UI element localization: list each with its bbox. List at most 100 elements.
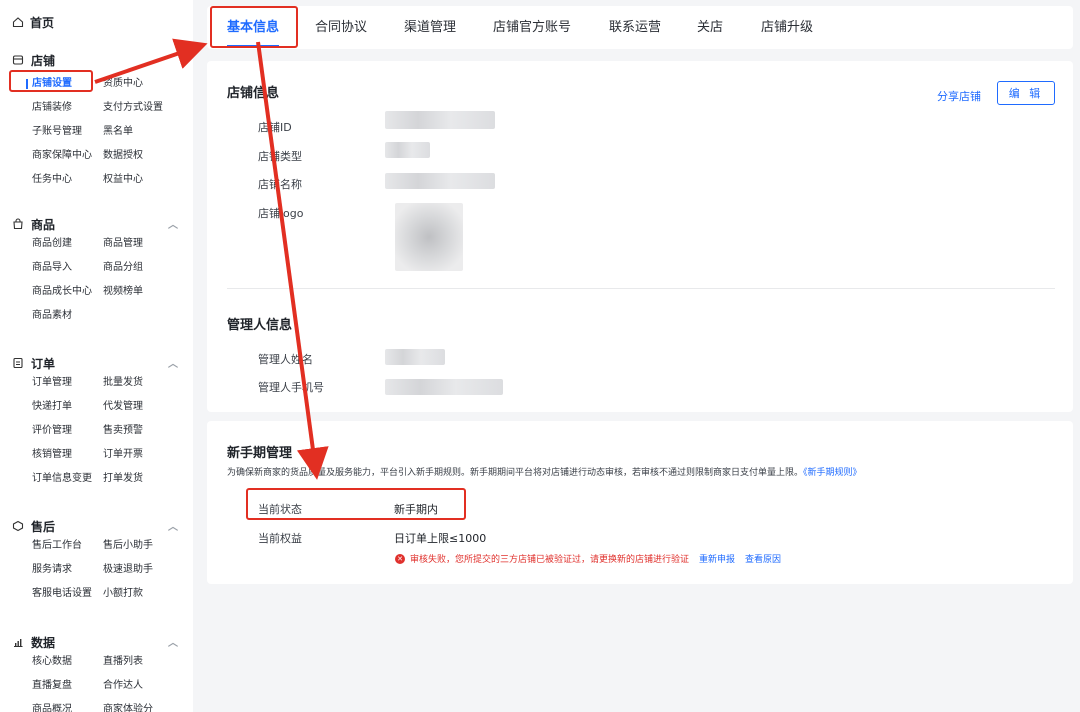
tab-bar: 基本信息 合同协议 渠道管理 店铺官方账号 联系运营 关店 店铺升级 xyxy=(207,6,1073,49)
tab-basic-info[interactable]: 基本信息 xyxy=(227,6,280,49)
store-icon xyxy=(12,54,24,66)
sidebar-item[interactable]: 直播列表 xyxy=(103,654,183,670)
aftersale-icon xyxy=(12,520,24,532)
sidebar-item[interactable]: 任务中心 xyxy=(32,172,103,188)
sidebar-section-title: 商品 xyxy=(31,217,56,232)
sidebar-item[interactable]: 直播复盘 xyxy=(32,678,103,694)
sidebar-item[interactable]: 极速退助手 xyxy=(103,562,183,578)
sidebar-section-header[interactable]: 数据 ︿ xyxy=(12,634,182,650)
sidebar-item[interactable]: 订单管理 xyxy=(32,375,103,391)
store-id-value-redacted xyxy=(385,111,495,129)
sidebar-item[interactable]: 评价管理 xyxy=(32,423,103,439)
sidebar-item[interactable]: 服务请求 xyxy=(32,562,103,578)
sidebar-item[interactable]: 售卖预警 xyxy=(103,423,183,439)
reapply-link[interactable]: 重新申报 xyxy=(699,552,735,565)
store-info-card: 店铺信息 分享店铺 编 辑 店铺ID 店铺类型 店铺名称 店铺logo 管理人信… xyxy=(207,61,1073,412)
sidebar-item[interactable]: 子账号管理 xyxy=(32,124,103,140)
sidebar-section-header[interactable]: 商品 ︿ xyxy=(12,216,182,232)
sidebar-item[interactable]: 核销管理 xyxy=(32,447,103,463)
sidebar-home-label: 首页 xyxy=(30,15,55,30)
share-store-link[interactable]: 分享店铺 xyxy=(937,88,981,104)
sidebar-section-title: 店铺 xyxy=(31,53,56,68)
chevron-up-icon[interactable]: ︿ xyxy=(168,355,178,370)
edit-button[interactable]: 编 辑 xyxy=(997,81,1055,105)
sidebar-item[interactable]: 视频榜单 xyxy=(103,284,183,300)
sidebar-item-home[interactable]: 首页 xyxy=(12,14,54,30)
sidebar-section-orders: 订单 ︿ 订单管理 批量发货 快递打单 代发管理 评价管理 售卖预警 核销管理 … xyxy=(12,355,182,487)
sidebar-section-data: 数据 ︿ 核心数据 直播列表 直播复盘 合作达人 商品概况 商家体验分 xyxy=(12,634,182,712)
tab-contact-ops[interactable]: 联系运营 xyxy=(609,6,661,49)
sidebar-item[interactable]: 售后小助手 xyxy=(103,538,183,554)
tab-official-account[interactable]: 店铺官方账号 xyxy=(493,6,571,49)
sidebar-item[interactable]: 权益中心 xyxy=(103,172,183,188)
sidebar-item[interactable]: 客服电话设置 xyxy=(32,586,103,602)
current-rights-value: 日订单上限≤1000 xyxy=(394,532,487,545)
tab-contract[interactable]: 合同协议 xyxy=(315,6,367,49)
sidebar-section-header[interactable]: 订单 ︿ xyxy=(12,355,182,371)
chevron-up-icon[interactable]: ︿ xyxy=(168,518,178,533)
sidebar-item[interactable]: 售后工作台 xyxy=(32,538,103,554)
sidebar-item[interactable]: 商家保障中心 xyxy=(32,148,103,164)
sidebar-section-title: 售后 xyxy=(31,519,56,534)
current-status-label: 当前状态 xyxy=(258,503,302,516)
store-type-value-redacted xyxy=(385,142,430,158)
error-text: 审核失败，您所提交的三方店铺已被验证过，请更换新的店铺进行验证 xyxy=(410,555,690,565)
sidebar-item[interactable]: 商品概况 xyxy=(32,702,103,712)
sidebar-item[interactable]: 商品导入 xyxy=(32,260,103,276)
sidebar-item[interactable]: 资质中心 xyxy=(103,76,183,92)
chevron-up-icon[interactable]: ︿ xyxy=(168,216,178,231)
sidebar-item[interactable]: 商品成长中心 xyxy=(32,284,103,300)
sidebar-item[interactable]: 商品分组 xyxy=(103,260,183,276)
sidebar-item[interactable]: 商家体验分 xyxy=(103,702,183,712)
sidebar-item[interactable]: 订单信息变更 xyxy=(32,471,103,487)
sidebar-section-header[interactable]: 售后 ︿ xyxy=(12,518,182,534)
sidebar-item[interactable]: 批量发货 xyxy=(103,375,183,391)
home-icon xyxy=(12,16,24,28)
tab-close-store[interactable]: 关店 xyxy=(697,6,723,49)
sidebar-item[interactable]: 小额打款 xyxy=(103,586,183,602)
sidebar-item[interactable]: 合作达人 xyxy=(103,678,183,694)
section-divider xyxy=(227,288,1055,289)
sidebar-item[interactable]: 快递打单 xyxy=(32,399,103,415)
manager-phone-label: 管理人手机号 xyxy=(258,381,324,394)
sidebar-item[interactable]: 数据授权 xyxy=(103,148,183,164)
sidebar-item-store-settings[interactable]: 店铺设置 xyxy=(26,76,103,92)
manager-phone-value-redacted xyxy=(385,379,503,395)
store-name-label: 店铺名称 xyxy=(258,178,302,191)
sidebar-item[interactable]: 打单发货 xyxy=(103,471,183,487)
verification-error-message: ✕ 审核失败，您所提交的三方店铺已被验证过，请更换新的店铺进行验证 重新申报 查… xyxy=(395,552,781,565)
description-text: 为确保新商家的货品质量及服务能力，平台引入新手期规则。新手期期间平台将对店铺进行… xyxy=(227,468,804,478)
newbie-period-card: 新手期管理 为确保新商家的货品质量及服务能力，平台引入新手期规则。新手期期间平台… xyxy=(207,421,1073,584)
sidebar-section-store: 店铺 店铺设置 资质中心 店铺装修 支付方式设置 子账号管理 黑名单 商家保障中… xyxy=(12,52,182,188)
newbie-period-description: 为确保新商家的货品质量及服务能力，平台引入新手期规则。新手期期间平台将对店铺进行… xyxy=(227,465,862,478)
sidebar-section-goods: 商品 ︿ 商品创建 商品管理 商品导入 商品分组 商品成长中心 视频榜单 商品素… xyxy=(12,216,182,324)
sidebar-item[interactable]: 商品管理 xyxy=(103,236,183,252)
sidebar-section-aftersale: 售后 ︿ 售后工作台 售后小助手 服务请求 极速退助手 客服电话设置 小额打款 xyxy=(12,518,182,602)
newbie-rule-link[interactable]: 《新手期规则》 xyxy=(803,468,862,478)
sidebar-item[interactable]: 订单开票 xyxy=(103,447,183,463)
view-reason-link[interactable]: 查看原因 xyxy=(745,552,781,565)
sidebar-section-title: 订单 xyxy=(31,356,56,371)
sidebar-section-header[interactable]: 店铺 xyxy=(12,52,182,68)
current-status-value: 新手期内 xyxy=(394,503,438,516)
sidebar-item[interactable]: 黑名单 xyxy=(103,124,183,140)
tab-store-upgrade[interactable]: 店铺升级 xyxy=(761,6,813,49)
bag-icon xyxy=(12,218,24,230)
tab-channel[interactable]: 渠道管理 xyxy=(404,6,456,49)
store-info-title: 店铺信息 xyxy=(227,86,280,101)
manager-info-title: 管理人信息 xyxy=(227,318,293,333)
sidebar-item[interactable]: 代发管理 xyxy=(103,399,183,415)
sidebar-item[interactable]: 核心数据 xyxy=(32,654,103,670)
manager-name-label: 管理人姓名 xyxy=(258,353,313,366)
error-icon: ✕ xyxy=(395,553,405,564)
sidebar-item[interactable]: 店铺装修 xyxy=(32,100,103,116)
chart-icon xyxy=(12,636,24,648)
sidebar-section-title: 数据 xyxy=(31,635,56,650)
chevron-up-icon[interactable]: ︿ xyxy=(168,634,178,649)
sidebar-item[interactable]: 支付方式设置 xyxy=(103,100,183,116)
sidebar-item[interactable]: 商品创建 xyxy=(32,236,103,252)
store-logo-label: 店铺logo xyxy=(258,207,304,220)
sidebar-item[interactable]: 商品素材 xyxy=(32,308,103,324)
current-rights-label: 当前权益 xyxy=(258,532,302,545)
sidebar: 首页 店铺 店铺设置 资质中心 店铺装修 支付方式设置 子账号管理 黑名单 商家… xyxy=(0,0,193,712)
